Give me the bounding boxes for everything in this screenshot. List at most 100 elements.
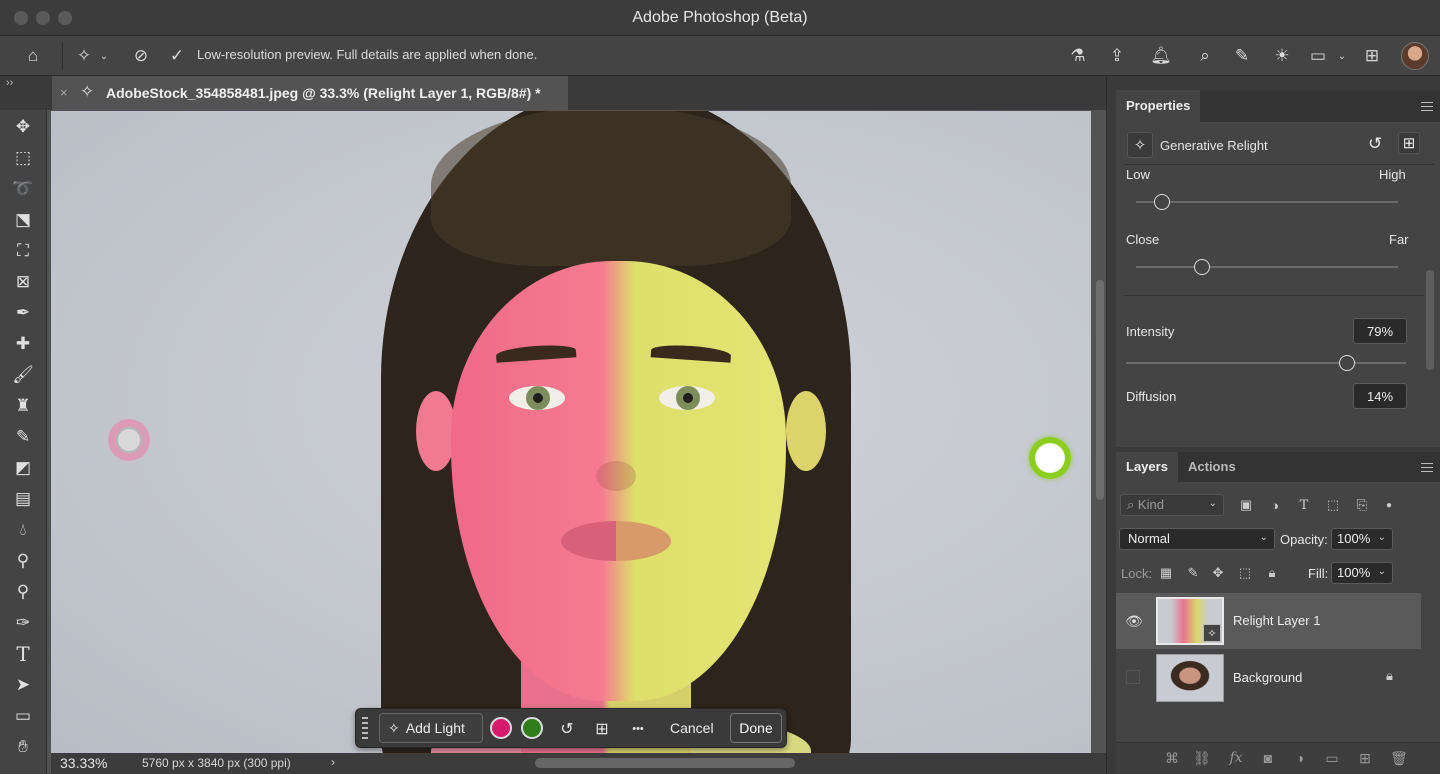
trash-icon[interactable]: 🗑︎ [1389,748,1409,768]
bell-icon[interactable]: 🔔︎ [1149,44,1173,68]
lock-artboard-icon[interactable]: ⬚ [1237,565,1253,581]
canvas[interactable] [51,111,1091,753]
adjustment-layer-icon[interactable]: ◑ [1290,748,1310,768]
layer-thumbnail[interactable]: ✧ [1156,597,1224,645]
healing-brush-icon[interactable]: ✚ [10,331,36,357]
tab-layers[interactable]: Layers [1116,452,1178,482]
tab-actions[interactable]: Actions [1178,452,1246,482]
brightness-slider-track[interactable] [1136,201,1398,203]
panel-menu-icon[interactable] [1421,463,1433,472]
marquee-tool-icon[interactable]: ⬚ [10,145,36,171]
filter-adjustment-icon[interactable]: ◑ [1266,496,1284,514]
filter-smart-object-icon[interactable]: ⎘ [1353,496,1371,514]
lock-image-pixels-icon[interactable]: ✎ [1185,565,1201,581]
properties-scrollbar[interactable] [1426,270,1434,370]
blur-tool-icon[interactable]: 💧︎ [10,517,36,543]
brightness-slider-handle[interactable] [1154,194,1171,210]
feedback-icon[interactable]: ✎ [1230,44,1254,68]
done-button[interactable]: Done [730,713,782,743]
path-selection-icon[interactable]: ➤ [10,672,36,698]
opacity-field[interactable]: 100% ⌄ [1331,528,1393,550]
layer-row-relight-layer-1[interactable]: 👁︎ ✧ Relight Layer 1 [1116,593,1421,649]
brush-tool-icon[interactable]: 🖌︎ [10,362,36,388]
generative-icon[interactable]: ⊞ [1360,44,1384,68]
generate-icon[interactable]: ⊞ [590,717,614,741]
light-source-handle-left[interactable] [108,419,150,461]
frame-tool-icon[interactable]: ⊠ [10,269,36,295]
link-layers-icon[interactable]: ⌘ [1162,748,1182,768]
canvas-horizontal-scrollbar[interactable] [535,758,795,768]
collapse-panel-icon[interactable]: ›› [6,77,13,89]
magnify-tool-icon[interactable]: ⚲ [10,579,36,605]
eyedropper-icon[interactable]: ✒ [10,300,36,326]
history-brush-icon[interactable]: ✎ [10,424,36,450]
hand-tool-icon[interactable]: ✋︎ [10,734,36,760]
filter-shape-icon[interactable]: ⬚ [1324,496,1342,514]
diffusion-value-field[interactable]: 14% [1353,383,1407,409]
reset-icon[interactable]: ↺ [555,717,579,741]
eraser-icon[interactable]: ◩ [10,455,36,481]
status-menu-arrow[interactable]: › [331,755,335,769]
cancel-button[interactable]: Cancel [670,720,714,736]
intensity-slider-handle[interactable] [1339,355,1356,371]
avatar[interactable] [1401,42,1429,70]
lock-position-icon[interactable]: ✥ [1210,565,1226,581]
checkmark-icon[interactable]: ✓ [165,44,189,68]
layer-name[interactable]: Background [1233,670,1302,685]
relight-tool-icon[interactable]: ✧ [72,44,96,68]
layer-row-background[interactable]: Background 🔒︎ [1116,650,1421,706]
flask-icon[interactable]: ⚗ [1066,44,1090,68]
filter-pixel-icon[interactable]: ▣ [1237,496,1255,514]
light-source-handle-right[interactable] [1029,437,1071,479]
layer-filter-kind-select[interactable]: ⌕ Kind ⌄ [1120,494,1224,516]
layer-thumbnail[interactable] [1156,654,1224,702]
add-light-button[interactable]: ✧ Add Light [379,713,483,743]
fx-icon[interactable]: fx [1226,748,1246,768]
document-tab[interactable]: × ✧ AdobeStock_354858481.jpeg @ 33.3% (R… [52,76,568,110]
panel-menu-icon[interactable] [1421,102,1433,111]
close-tab-icon[interactable]: × [60,85,68,100]
blend-mode-select[interactable]: Normal ⌄ [1119,528,1275,550]
zoom-level[interactable]: 33.33% [60,755,107,771]
gradient-tool-icon[interactable]: ▤ [10,486,36,512]
layer-name[interactable]: Relight Layer 1 [1233,613,1320,628]
rectangle-tool-icon[interactable]: ▭ [10,703,36,729]
add-mask-icon[interactable]: ◙ [1258,748,1278,768]
crop-tool-icon[interactable]: ⛶ [10,238,36,264]
visibility-eye-icon[interactable]: 👁︎ [1124,611,1144,631]
lock-all-icon[interactable]: 🔒︎ [1264,565,1280,581]
filter-type-icon[interactable]: T [1295,496,1313,514]
generate-icon[interactable]: ⊞ [1398,132,1420,154]
lasso-tool-icon[interactable]: ➰ [10,176,36,202]
filter-toggle-icon[interactable]: ● [1380,496,1398,514]
type-tool-icon[interactable]: T [10,641,36,667]
workspace-icon[interactable]: ▭ [1306,44,1330,68]
search-icon[interactable]: ⌕ [1193,44,1217,68]
move-tool-icon[interactable]: ✥ [10,114,36,140]
intensity-slider-track[interactable] [1126,362,1406,364]
chevron-down-icon[interactable]: ⌄ [97,44,111,68]
cancel-circle-icon[interactable]: ⊘ [129,44,153,68]
object-selection-icon[interactable]: ⬔ [10,207,36,233]
chevron-down-icon[interactable]: ⌄ [1335,44,1349,68]
lightbulb-icon[interactable]: ☀ [1270,44,1294,68]
canvas-vertical-scrollbar[interactable] [1096,280,1104,500]
tab-properties[interactable]: Properties [1116,90,1201,122]
layer-lock-icon[interactable]: 🔒︎ [1386,668,1393,684]
chain-icon[interactable]: ⛓ [1192,748,1212,768]
visibility-toggle[interactable] [1126,670,1140,684]
distance-slider-handle[interactable] [1193,259,1210,275]
home-icon[interactable]: ⌂ [21,44,45,68]
light-color-swatch-pink[interactable] [490,717,512,739]
more-options-icon[interactable]: ••• [626,717,650,741]
light-color-swatch-green[interactable] [521,717,543,739]
new-layer-icon[interactable]: ⊞ [1355,748,1375,768]
share-icon[interactable]: ⇪ [1105,44,1129,68]
distance-slider-track[interactable] [1136,266,1398,268]
intensity-value-field[interactable]: 79% [1353,318,1407,344]
lock-transparent-pixels-icon[interactable]: ▦ [1158,565,1174,581]
fill-field[interactable]: 100% ⌄ [1331,562,1393,584]
dodge-tool-icon[interactable]: ⚲ [10,548,36,574]
clone-stamp-icon[interactable]: ♜ [10,393,36,419]
folder-icon[interactable]: ▭ [1322,748,1342,768]
